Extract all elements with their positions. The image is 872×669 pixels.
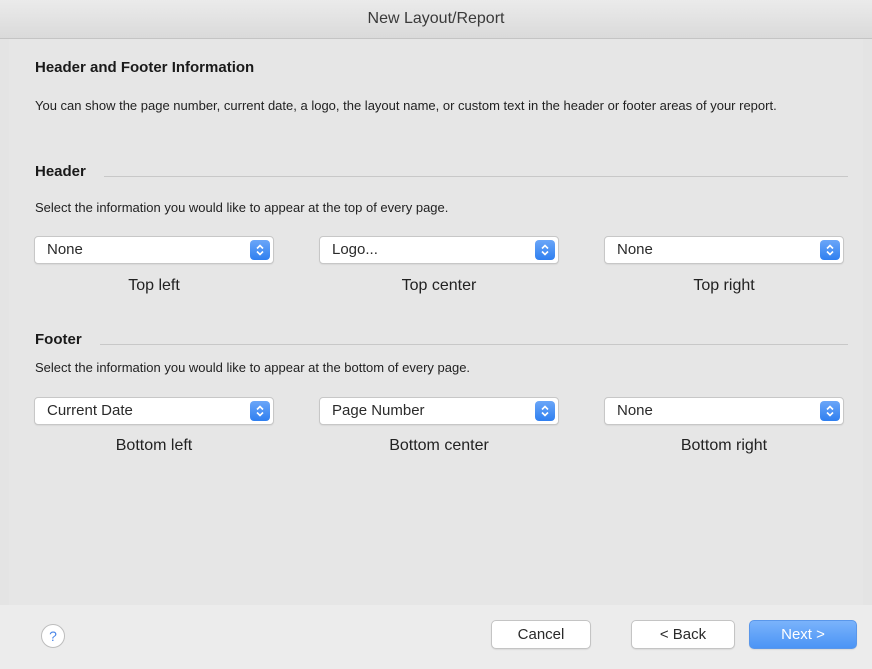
dialog-content: Header and Footer Information You can sh… [9,39,863,605]
help-button[interactable]: ? [41,624,65,648]
top-center-value: Logo... [332,241,378,258]
footer-description: Select the information you would like to… [35,360,471,375]
bottom-center-select[interactable]: Page Number [319,397,559,425]
intro-description: You can show the page number, current da… [35,98,777,113]
footer-divider [100,344,848,345]
bottom-left-select[interactable]: Current Date [34,397,274,425]
cancel-button[interactable]: Cancel [491,620,591,649]
top-center-caption: Top center [401,277,477,294]
question-mark-icon: ? [49,628,57,644]
stepper-icon [535,401,555,421]
window-title: New Layout/Report [0,0,872,39]
top-right-value: None [617,241,653,258]
button-bar [0,605,872,669]
stepper-icon [250,401,270,421]
bottom-right-caption: Bottom right [680,437,768,454]
intro-heading: Header and Footer Information [35,59,255,76]
top-left-select[interactable]: None [34,236,274,264]
stepper-icon [820,401,840,421]
bottom-left-value: Current Date [47,402,133,419]
bottom-left-caption: Bottom left [115,437,193,454]
top-right-caption: Top right [693,277,755,294]
header-description: Select the information you would like to… [35,200,449,215]
back-button[interactable]: < Back [631,620,735,649]
bottom-center-caption: Bottom center [389,437,489,454]
footer-section-title: Footer [35,331,82,348]
top-left-value: None [47,241,83,258]
next-button[interactable]: Next > [749,620,857,649]
stepper-icon [250,240,270,260]
top-left-caption: Top left [128,277,180,294]
header-divider [104,176,848,177]
header-section-title: Header [35,163,86,180]
stepper-icon [535,240,555,260]
stepper-icon [820,240,840,260]
bottom-right-value: None [617,402,653,419]
bottom-center-value: Page Number [332,402,425,419]
top-right-select[interactable]: None [604,236,844,264]
top-center-select[interactable]: Logo... [319,236,559,264]
dialog-window: New Layout/Report Header and Footer Info… [0,0,872,669]
bottom-right-select[interactable]: None [604,397,844,425]
